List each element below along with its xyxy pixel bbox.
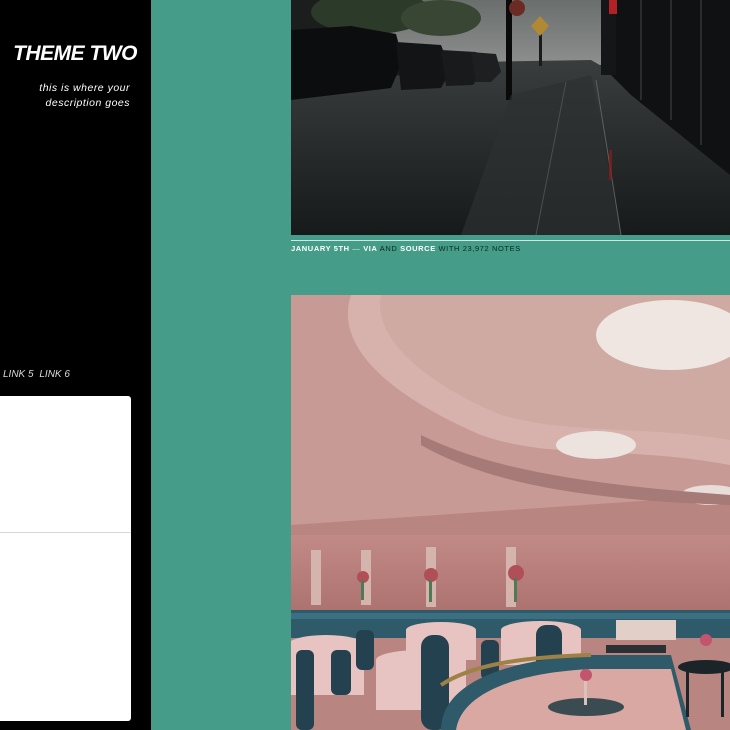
sidebar: THEME TWO this is where your description… xyxy=(0,0,151,730)
post-photo-street[interactable] xyxy=(291,0,730,235)
meta-and: AND xyxy=(379,244,398,253)
post-photo-restaurant[interactable] xyxy=(291,295,730,730)
meta-dash: — xyxy=(352,244,361,253)
nav-link-5[interactable]: LINK 5 xyxy=(3,369,34,380)
notes-count[interactable]: 23,972 NOTES xyxy=(463,244,521,253)
via-link[interactable]: VIA xyxy=(363,244,377,253)
description-line-2: description goes xyxy=(45,97,130,109)
meta-with: WITH xyxy=(438,244,461,253)
source-link[interactable]: SOURCE xyxy=(400,244,436,253)
blog-title[interactable]: THEME TWO xyxy=(0,42,137,66)
nav-links: LINK 5 LINK 6 xyxy=(3,369,73,380)
widget-divider xyxy=(0,532,131,533)
post-date[interactable]: JANUARY 5TH xyxy=(291,244,350,253)
blog-description: this is where your description goes xyxy=(0,81,130,111)
nav-link-6[interactable]: LINK 6 xyxy=(39,369,70,380)
post-divider xyxy=(291,240,730,241)
sidebar-widget xyxy=(0,396,131,721)
post-meta: JANUARY 5TH — VIA AND SOURCE WITH 23,972… xyxy=(291,244,521,253)
description-line-1: this is where your xyxy=(39,82,130,94)
